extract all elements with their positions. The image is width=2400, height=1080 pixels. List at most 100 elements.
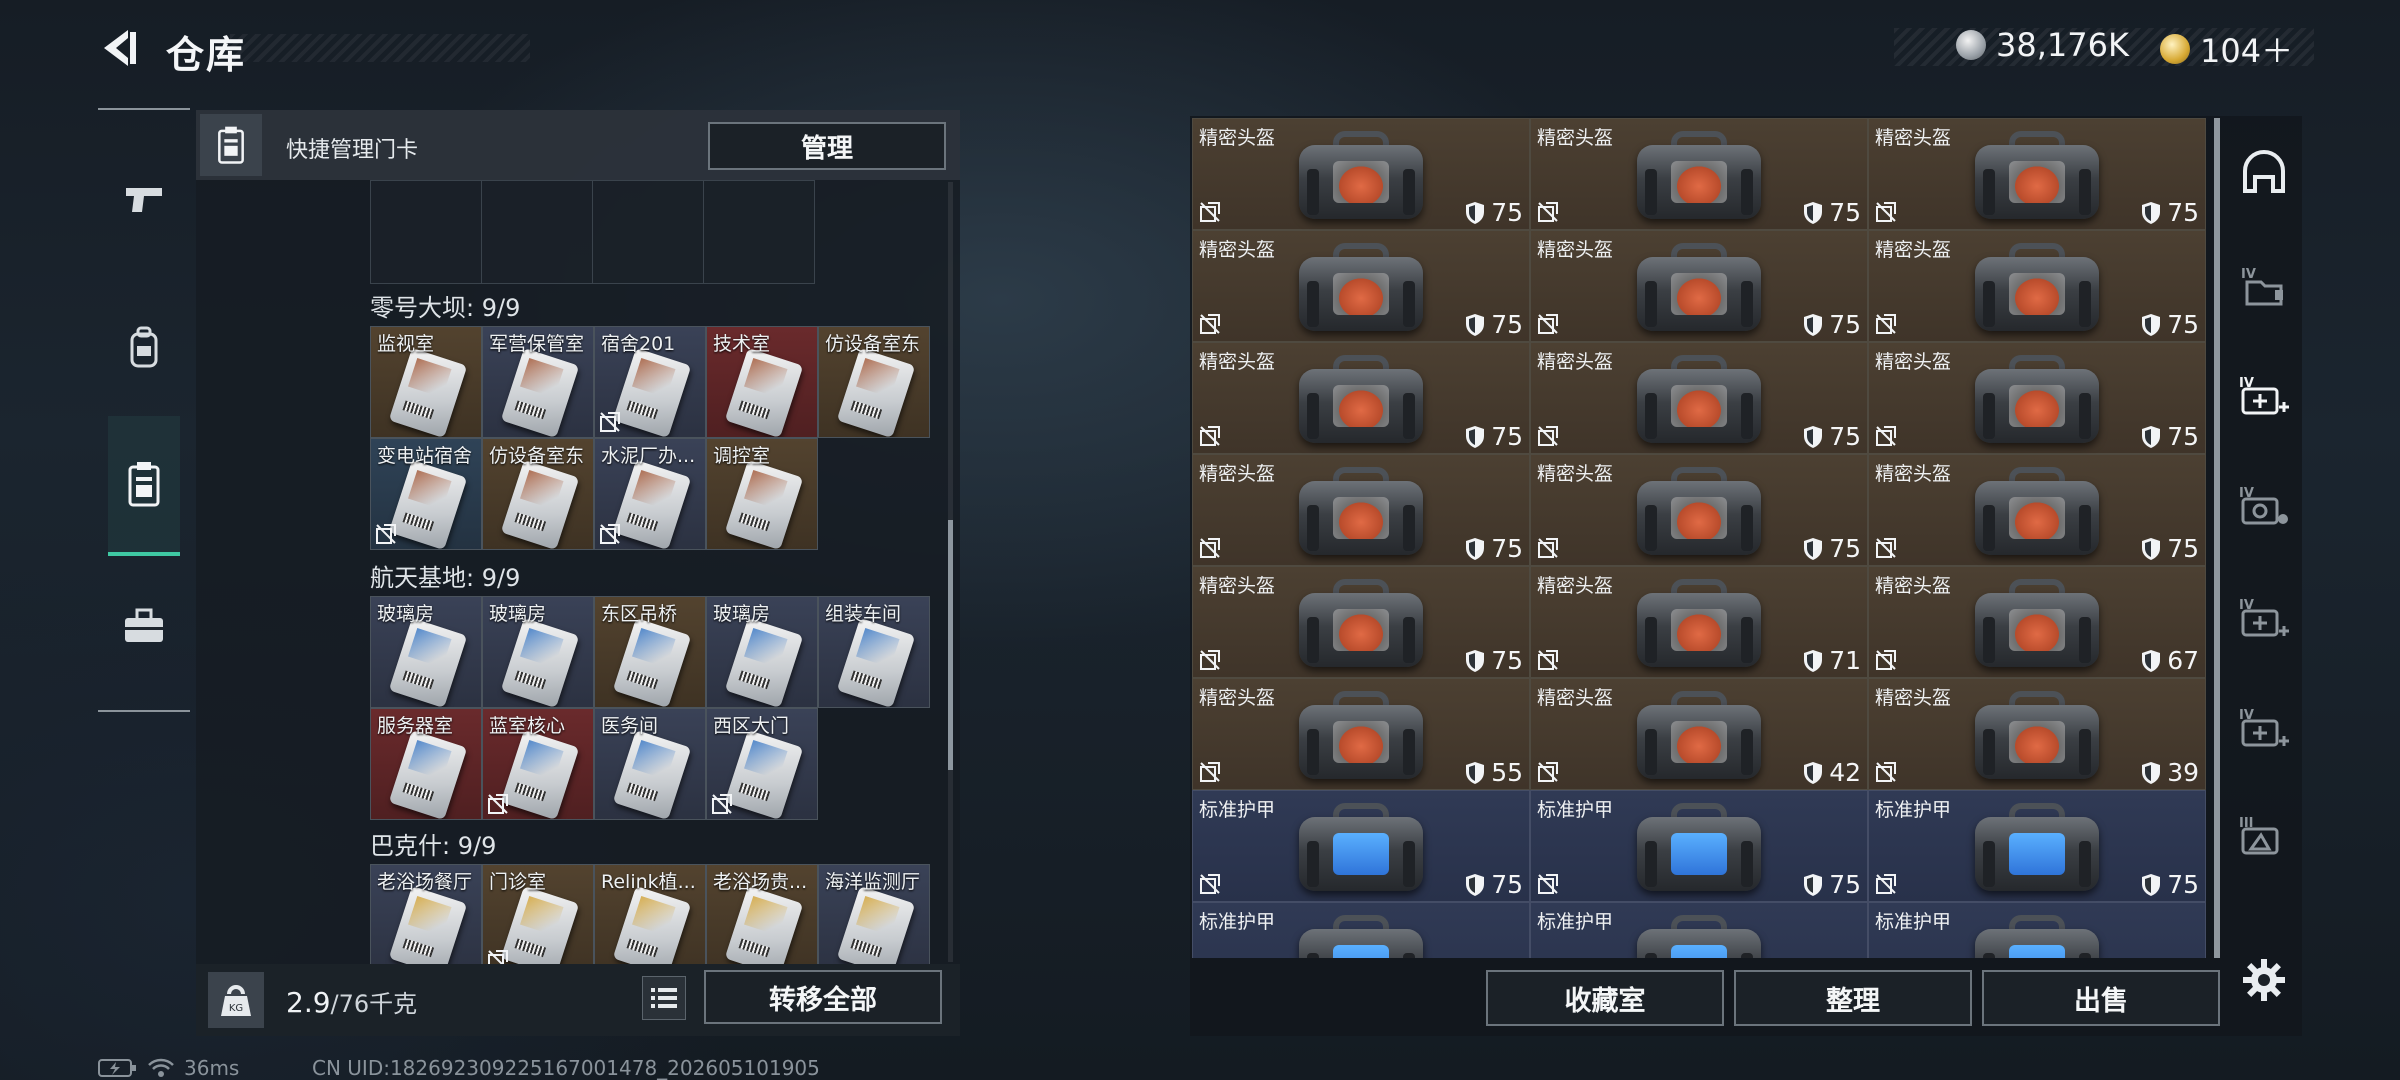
shield-icon: [2142, 873, 2161, 896]
keycard-slot[interactable]: 老浴场餐厅: [370, 864, 482, 964]
durability-value: 42: [1829, 758, 1861, 787]
armor-item-slot[interactable]: 标准护甲: [1192, 902, 1530, 958]
list-view-button[interactable]: [642, 976, 686, 1020]
helmet-item-slot[interactable]: 精密头盔 75: [1192, 230, 1530, 342]
settings-button[interactable]: [2236, 952, 2292, 1008]
keycard-icon: [218, 126, 244, 164]
keycard-icon: [128, 462, 160, 507]
currency-gold[interactable]: 104＋: [2160, 26, 2293, 72]
keycard-slot[interactable]: 海洋监测厅: [818, 864, 930, 964]
keycard-image: [724, 459, 804, 549]
currency-silver[interactable]: 38,176K: [1956, 26, 2129, 64]
armor-item-slot[interactable]: 标准护甲 75: [1192, 790, 1530, 902]
no-link-icon: [600, 524, 620, 544]
side-tab-helmet[interactable]: [2234, 142, 2294, 202]
shield-icon: [1804, 313, 1823, 336]
keycard-slot[interactable]: 变电站宿舍: [370, 438, 482, 550]
helmet-item-slot[interactable]: 精密头盔 75: [1192, 342, 1530, 454]
helmet-item-slot[interactable]: 精密头盔 75: [1868, 118, 2206, 230]
category-column: [98, 108, 190, 712]
armor-item-slot[interactable]: 标准护甲 75: [1868, 790, 2206, 902]
svg-text:IV: IV: [2241, 267, 2256, 282]
keycard-label: 变电站宿舍: [377, 445, 473, 467]
side-tab-iii[interactable]: III: [2234, 806, 2294, 866]
item-name: 精密头盔: [1875, 463, 1952, 485]
armor-item-slot[interactable]: 标准护甲: [1868, 902, 2206, 958]
list-icon: [651, 988, 677, 1008]
item-name: 精密头盔: [1537, 687, 1614, 709]
category-misc[interactable]: [108, 556, 180, 696]
keycard-slot[interactable]: 老浴场贵...: [706, 864, 818, 964]
keycard-slot[interactable]: 技术室: [706, 326, 818, 438]
item-name: 标准护甲: [1199, 911, 1276, 933]
keycard-slot[interactable]: 组装车间: [818, 596, 930, 708]
side-tab-iv-plus-2[interactable]: IV: [2234, 698, 2294, 758]
armor-case-image: [1975, 915, 2099, 958]
keycard-slot[interactable]: 监视室: [370, 326, 482, 438]
helmet-item-slot[interactable]: 精密头盔 75: [1192, 118, 1530, 230]
left-scrollbar-thumb[interactable]: [948, 520, 953, 770]
helmet-item-slot[interactable]: 精密头盔 75: [1530, 342, 1868, 454]
keycard-slot[interactable]: 玻璃房: [370, 596, 482, 708]
helmet-item-slot[interactable]: 精密头盔 55: [1192, 678, 1530, 790]
keycard-slot[interactable]: 玻璃房: [482, 596, 594, 708]
side-tab-iv-add[interactable]: IV: [2234, 366, 2294, 426]
keycard-slot[interactable]: 门诊室: [482, 864, 594, 964]
shield-icon: [2142, 537, 2161, 560]
keycard-slot[interactable]: 服务器室: [370, 708, 482, 820]
keycard-label: 老浴场餐厅: [377, 871, 473, 893]
category-weapon[interactable]: [108, 130, 180, 270]
empty-slot[interactable]: [592, 180, 704, 284]
helmet-item-slot[interactable]: 精密头盔 75: [1530, 454, 1868, 566]
helmet-item-slot[interactable]: 精密头盔 75: [1192, 454, 1530, 566]
armor-item-slot[interactable]: 标准护甲 75: [1530, 790, 1868, 902]
back-button[interactable]: [98, 26, 142, 70]
manage-button[interactable]: 管理: [708, 122, 946, 170]
helmet-item-slot[interactable]: 精密头盔 75: [1192, 566, 1530, 678]
keycard-slot[interactable]: 医务间: [594, 708, 706, 820]
collection-room-button[interactable]: 收藏室: [1486, 970, 1724, 1026]
keycard-slot[interactable]: Relink植...: [594, 864, 706, 964]
helmet-item-slot[interactable]: 精密头盔 39: [1868, 678, 2206, 790]
keycard-slot[interactable]: 水泥厂办...: [594, 438, 706, 550]
empty-slot[interactable]: [703, 180, 815, 284]
category-equipment[interactable]: [108, 278, 180, 418]
helmet-item-slot[interactable]: 精密头盔 75: [1868, 342, 2206, 454]
durability-readout: 75: [1465, 646, 1523, 675]
helmet-item-slot[interactable]: 精密头盔 75: [1530, 230, 1868, 342]
helmet-item-slot[interactable]: 精密头盔 67: [1868, 566, 2206, 678]
armor-case-image: [1975, 803, 2099, 891]
helmet-item-slot[interactable]: 精密头盔 71: [1530, 566, 1868, 678]
armor-item-slot[interactable]: 标准护甲: [1530, 902, 1868, 958]
side-tab-iv-storage[interactable]: IV: [2234, 256, 2294, 316]
side-tab-iv-plus[interactable]: IV: [2234, 588, 2294, 648]
keycard-slot[interactable]: 西区大门: [706, 708, 818, 820]
helmet-item-slot[interactable]: 精密头盔 75: [1868, 230, 2206, 342]
durability-value: 75: [2167, 310, 2199, 339]
storage-iv-plus-icon: IV: [2239, 598, 2289, 637]
side-tab-iv-camera[interactable]: IV: [2234, 476, 2294, 536]
armor-case-image: [1299, 915, 1423, 958]
empty-slot[interactable]: [481, 180, 593, 284]
keycard-slot[interactable]: 军营保管室: [482, 326, 594, 438]
keycard-slot[interactable]: 调控室: [706, 438, 818, 550]
category-keycards[interactable]: [108, 416, 180, 556]
keycard-image: [724, 885, 804, 964]
empty-slot[interactable]: [370, 180, 482, 284]
keycard-slot[interactable]: 玻璃房: [706, 596, 818, 708]
keycard-slot[interactable]: 东区吊桥: [594, 596, 706, 708]
helmet-item-slot[interactable]: 精密头盔 75: [1868, 454, 2206, 566]
keycard-slot[interactable]: 蓝室核心: [482, 708, 594, 820]
keycard-slot[interactable]: 宿舍201: [594, 326, 706, 438]
inventory-scrollbar-thumb[interactable]: [2214, 118, 2220, 958]
sell-button[interactable]: 出售: [1982, 970, 2220, 1026]
durability-value: 55: [1491, 758, 1523, 787]
helmet-item-slot[interactable]: 精密头盔 75: [1530, 118, 1868, 230]
keycard-slot[interactable]: 仿设备室东: [818, 326, 930, 438]
sort-button[interactable]: 整理: [1734, 970, 1972, 1026]
keycard-slot[interactable]: 仿设备室东: [482, 438, 594, 550]
transfer-all-button[interactable]: 转移全部: [704, 970, 942, 1024]
keycard-label: 门诊室: [489, 871, 547, 893]
item-name: 精密头盔: [1537, 351, 1614, 373]
helmet-item-slot[interactable]: 精密头盔 42: [1530, 678, 1868, 790]
